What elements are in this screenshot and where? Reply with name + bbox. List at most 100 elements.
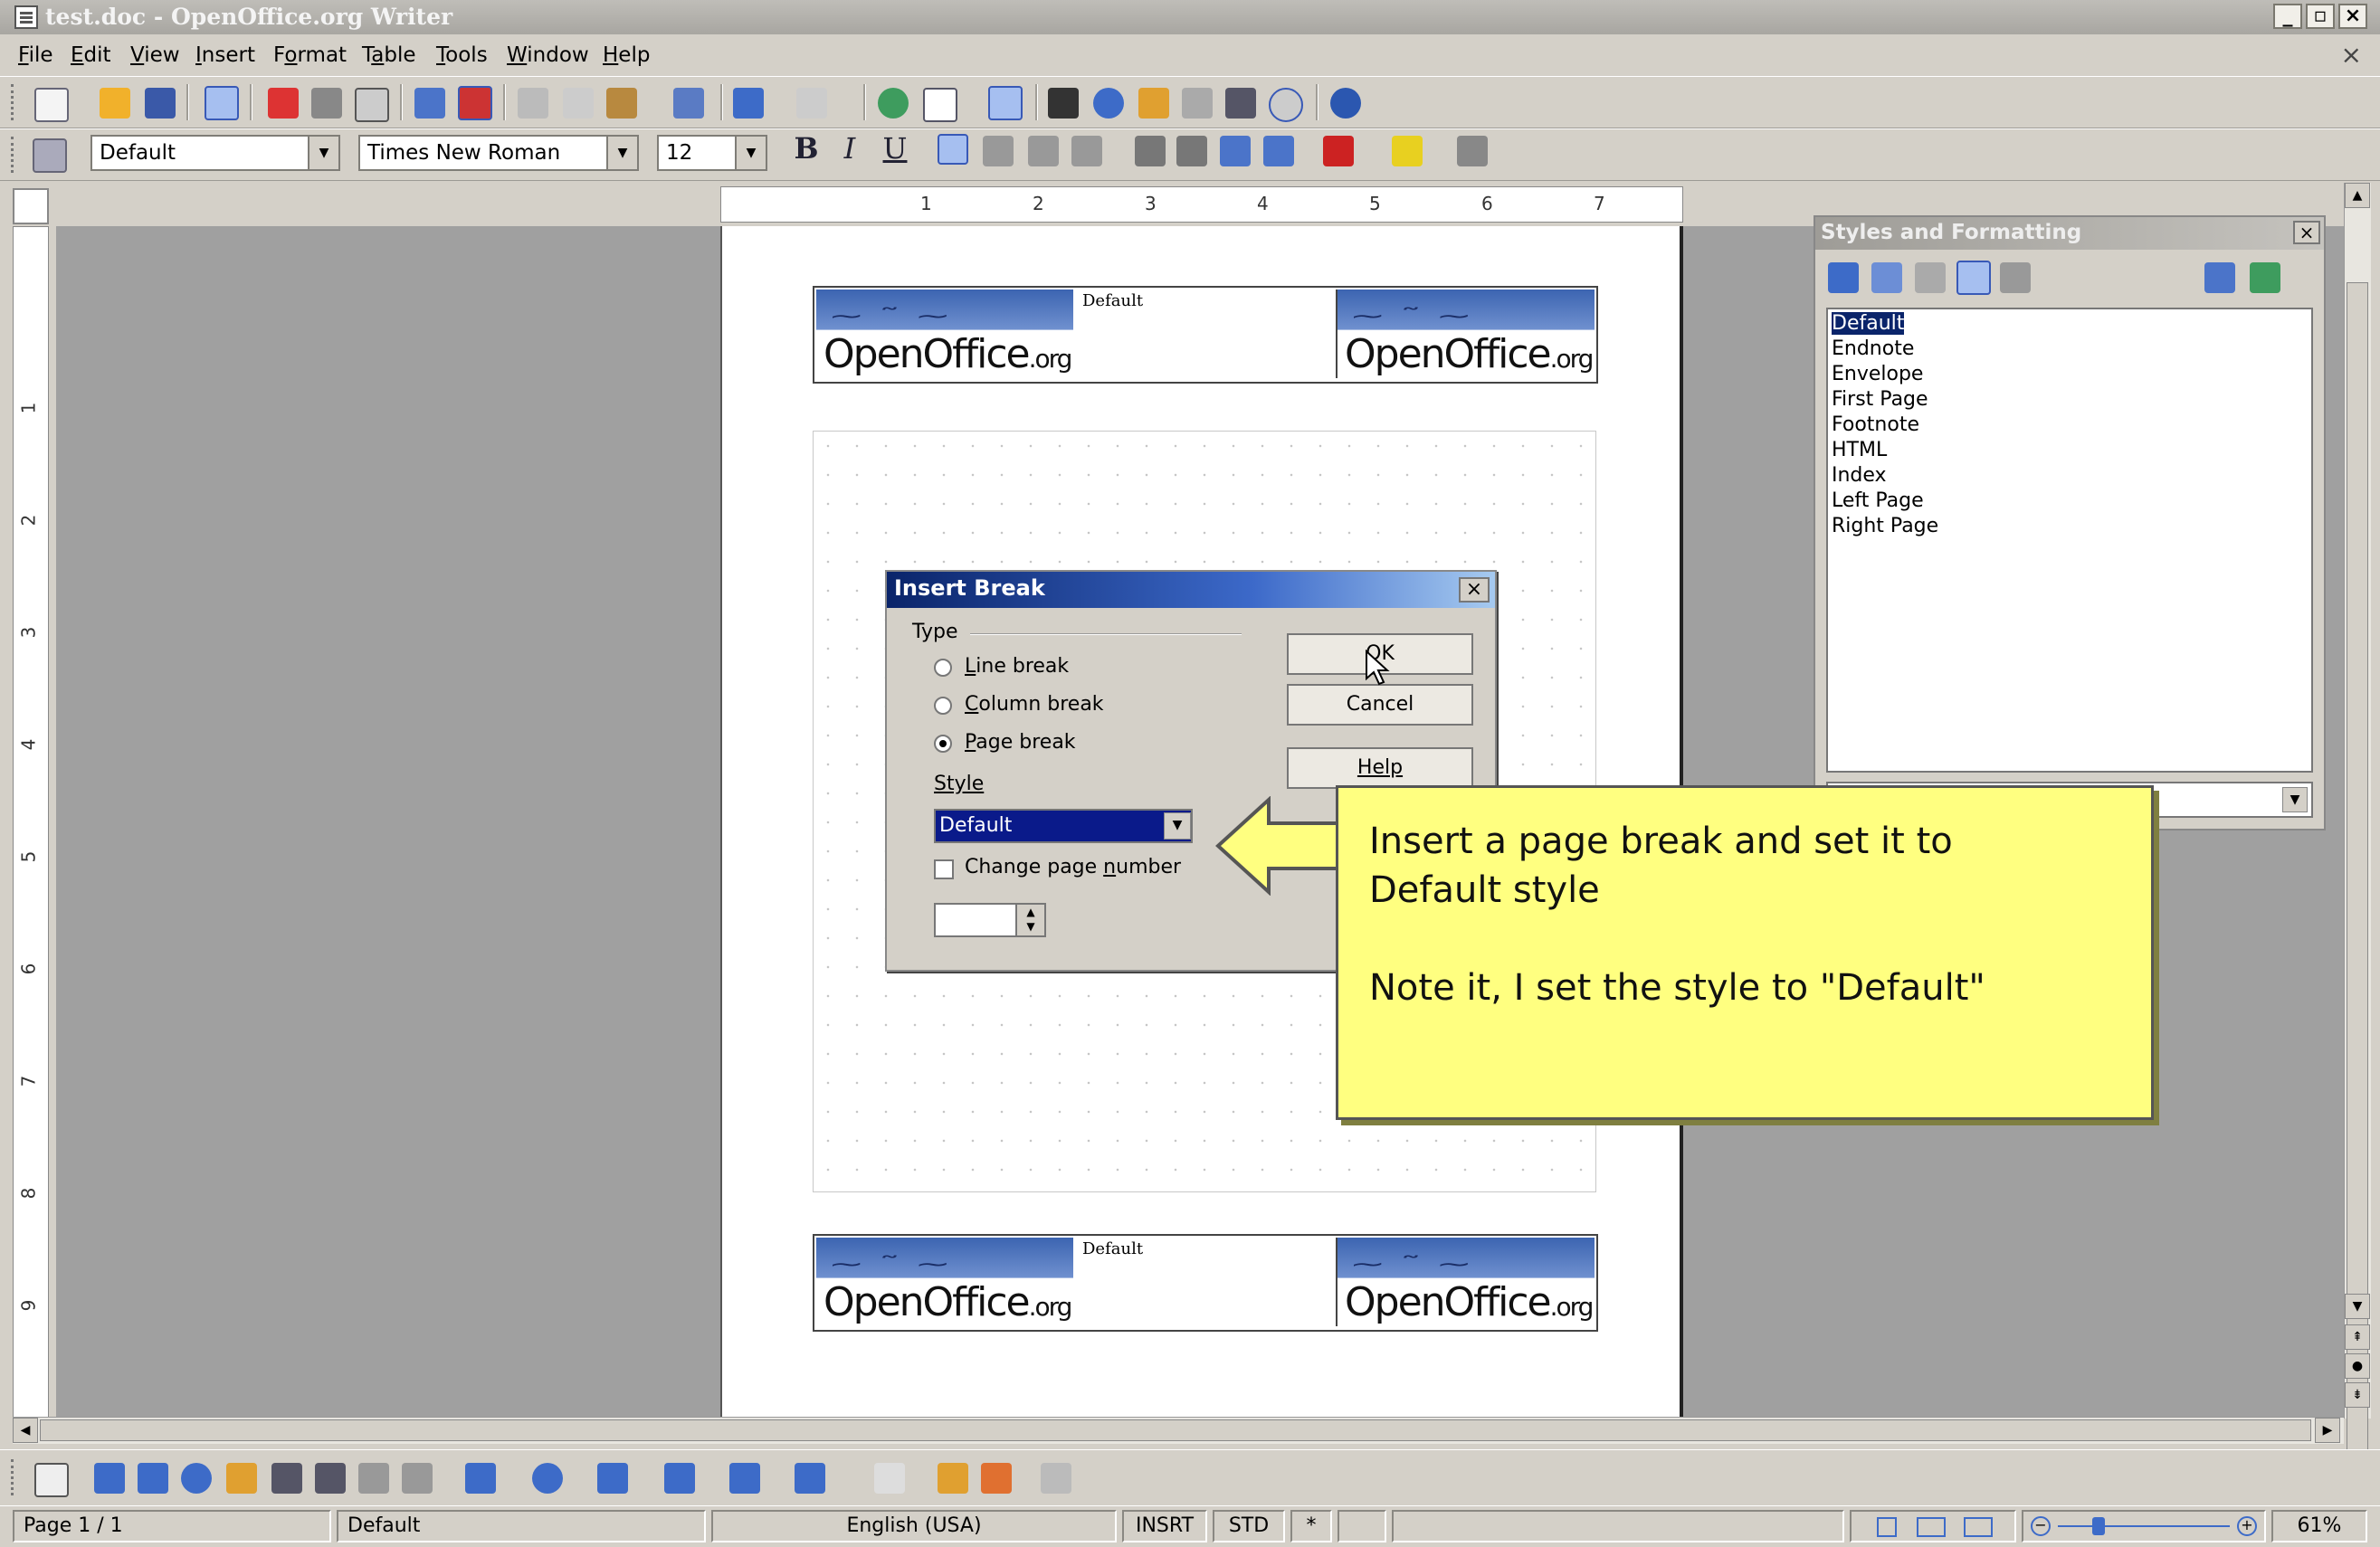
save-icon[interactable]	[145, 88, 176, 119]
selection-mode-indicator[interactable]: STD	[1213, 1510, 1285, 1542]
underline-button[interactable]: U	[878, 130, 912, 166]
style-item-envelope[interactable]: Envelope	[1832, 362, 1923, 387]
style-select[interactable]: Default ▼	[934, 809, 1193, 843]
fill-format-mode-icon[interactable]	[2204, 262, 2235, 293]
print-icon[interactable]	[311, 88, 342, 119]
freeform-icon[interactable]	[226, 1463, 257, 1494]
tab-stop-selector[interactable]	[13, 188, 49, 224]
restore-button[interactable]: ▫	[2306, 4, 2335, 29]
page-styles-icon[interactable]	[1956, 261, 1991, 295]
page-number-spinner[interactable]: ▲ ▼	[934, 903, 1046, 937]
export-pdf-icon[interactable]	[268, 88, 299, 119]
clone-formatting-icon[interactable]	[673, 88, 704, 119]
single-page-view-icon[interactable]	[1877, 1517, 1897, 1537]
styles-list[interactable]: Default Endnote Envelope First Page Foot…	[1826, 308, 2313, 773]
style-item-left-page[interactable]: Left Page	[1832, 489, 1924, 514]
help-icon[interactable]	[1330, 88, 1361, 119]
scroll-thumb[interactable]	[40, 1419, 2311, 1441]
gallery-icon[interactable]	[1138, 88, 1169, 119]
menu-insert[interactable]: Insert	[195, 42, 255, 69]
dialog-close-button[interactable]: ×	[1459, 577, 1490, 603]
vertical-ruler[interactable]: 1 2 3 4 5 6 7 8 9	[13, 226, 49, 1420]
zoom-out-icon[interactable]: −	[2031, 1516, 2051, 1536]
copy-icon[interactable]	[563, 88, 594, 119]
callouts-icon[interactable]	[358, 1463, 389, 1494]
fontwork-gallery-icon[interactable]	[938, 1463, 968, 1494]
help-button[interactable]: Help	[1287, 747, 1473, 789]
extrusion-icon[interactable]	[1041, 1463, 1071, 1494]
increase-indent-icon[interactable]	[1263, 136, 1294, 166]
scroll-left-icon[interactable]: ◀	[13, 1418, 38, 1443]
flowchart-icon[interactable]	[664, 1463, 695, 1494]
bold-button[interactable]: B	[789, 130, 823, 166]
open-folder-icon[interactable]	[100, 88, 130, 119]
line-icon[interactable]	[94, 1463, 125, 1494]
zoom-in-icon[interactable]: +	[2237, 1516, 2257, 1536]
vertical-callouts-icon[interactable]	[402, 1463, 433, 1494]
new-document-icon[interactable]	[34, 88, 69, 122]
hyperlink-icon[interactable]	[878, 88, 909, 119]
style-item-right-page[interactable]: Right Page	[1832, 514, 1938, 539]
menu-tools[interactable]: Tools	[436, 42, 488, 69]
book-view-icon[interactable]	[1964, 1517, 1993, 1537]
frame-styles-icon[interactable]	[1915, 262, 1946, 293]
basic-shapes-icon[interactable]	[465, 1463, 496, 1494]
bullets-icon[interactable]	[1176, 136, 1207, 166]
new-style-icon[interactable]	[2250, 262, 2280, 293]
close-window-button[interactable]: ×	[2338, 4, 2367, 29]
character-styles-icon[interactable]	[1871, 262, 1902, 293]
ellipse-icon[interactable]	[181, 1463, 212, 1494]
column-break-label[interactable]: Column break	[965, 693, 1104, 716]
scroll-right-icon[interactable]: ▶	[2315, 1418, 2340, 1443]
highlighting-icon[interactable]	[1392, 136, 1423, 166]
callout-shapes-icon[interactable]	[729, 1463, 760, 1494]
style-item-default[interactable]: Default	[1832, 311, 1905, 337]
block-arrows-icon[interactable]	[597, 1463, 628, 1494]
from-file-icon[interactable]	[981, 1463, 1012, 1494]
chevron-down-icon[interactable]: ▼	[2282, 787, 2308, 812]
dialog-title-bar[interactable]: Insert Break	[887, 572, 1495, 608]
change-page-number-checkbox[interactable]	[934, 859, 954, 879]
undo-icon[interactable]	[733, 88, 764, 119]
align-left-icon[interactable]	[938, 134, 968, 165]
vertical-text-icon[interactable]	[315, 1463, 346, 1494]
insert-mode-indicator[interactable]: INSRT	[1122, 1510, 1207, 1542]
zoom-level[interactable]: 61%	[2271, 1510, 2367, 1542]
align-center-icon[interactable]	[983, 136, 1014, 166]
style-item-first-page[interactable]: First Page	[1832, 387, 1928, 413]
style-item-html[interactable]: HTML	[1832, 438, 1887, 463]
cancel-button[interactable]: Cancel	[1287, 684, 1473, 726]
style-item-index[interactable]: Index	[1832, 463, 1887, 489]
chevron-down-icon[interactable]: ▼	[1164, 812, 1191, 840]
change-page-number-label[interactable]: Change page number	[965, 856, 1181, 878]
align-right-icon[interactable]	[1028, 136, 1059, 166]
spellcheck-icon[interactable]	[414, 88, 445, 119]
find-replace-icon[interactable]	[1048, 88, 1079, 119]
navigator-icon[interactable]	[1093, 88, 1124, 119]
page-break-radio[interactable]	[934, 735, 952, 753]
rectangle-icon[interactable]	[138, 1463, 168, 1494]
toolbar-grip[interactable]	[11, 1459, 19, 1495]
menu-format[interactable]: Format	[273, 42, 347, 69]
justify-icon[interactable]	[1071, 136, 1102, 166]
zoom-thumb[interactable]	[2092, 1517, 2105, 1535]
page-footer[interactable]: ~ ˜ ~ OpenOffice.org3 Default ~ ˜ ~ Open…	[813, 1234, 1598, 1332]
close-document-icon[interactable]: ×	[2341, 40, 2362, 70]
font-color-icon[interactable]	[1323, 136, 1354, 166]
background-color-icon[interactable]	[1457, 136, 1488, 166]
multi-page-view-icon[interactable]	[1917, 1517, 1946, 1537]
scroll-down-icon[interactable]: ▼	[2345, 1294, 2370, 1319]
menu-edit[interactable]: Edit	[71, 42, 111, 69]
italic-button[interactable]: I	[833, 130, 867, 166]
minimize-button[interactable]: _	[2273, 4, 2302, 29]
styles-formatting-icon[interactable]	[33, 138, 67, 173]
navigation-icon[interactable]: ●	[2345, 1353, 2370, 1379]
paragraph-style-combo[interactable]: Default ▼	[90, 135, 340, 171]
points-icon[interactable]	[874, 1463, 905, 1494]
table-icon[interactable]	[923, 88, 957, 122]
autospellcheck-icon[interactable]	[458, 86, 492, 120]
select-arrow-icon[interactable]	[34, 1463, 69, 1497]
spinner-arrows-icon[interactable]: ▲ ▼	[1015, 905, 1044, 935]
digital-signature-indicator[interactable]	[1338, 1510, 1386, 1542]
horizontal-ruler[interactable]: 1 2 3 4 5 6 7	[720, 186, 1683, 223]
